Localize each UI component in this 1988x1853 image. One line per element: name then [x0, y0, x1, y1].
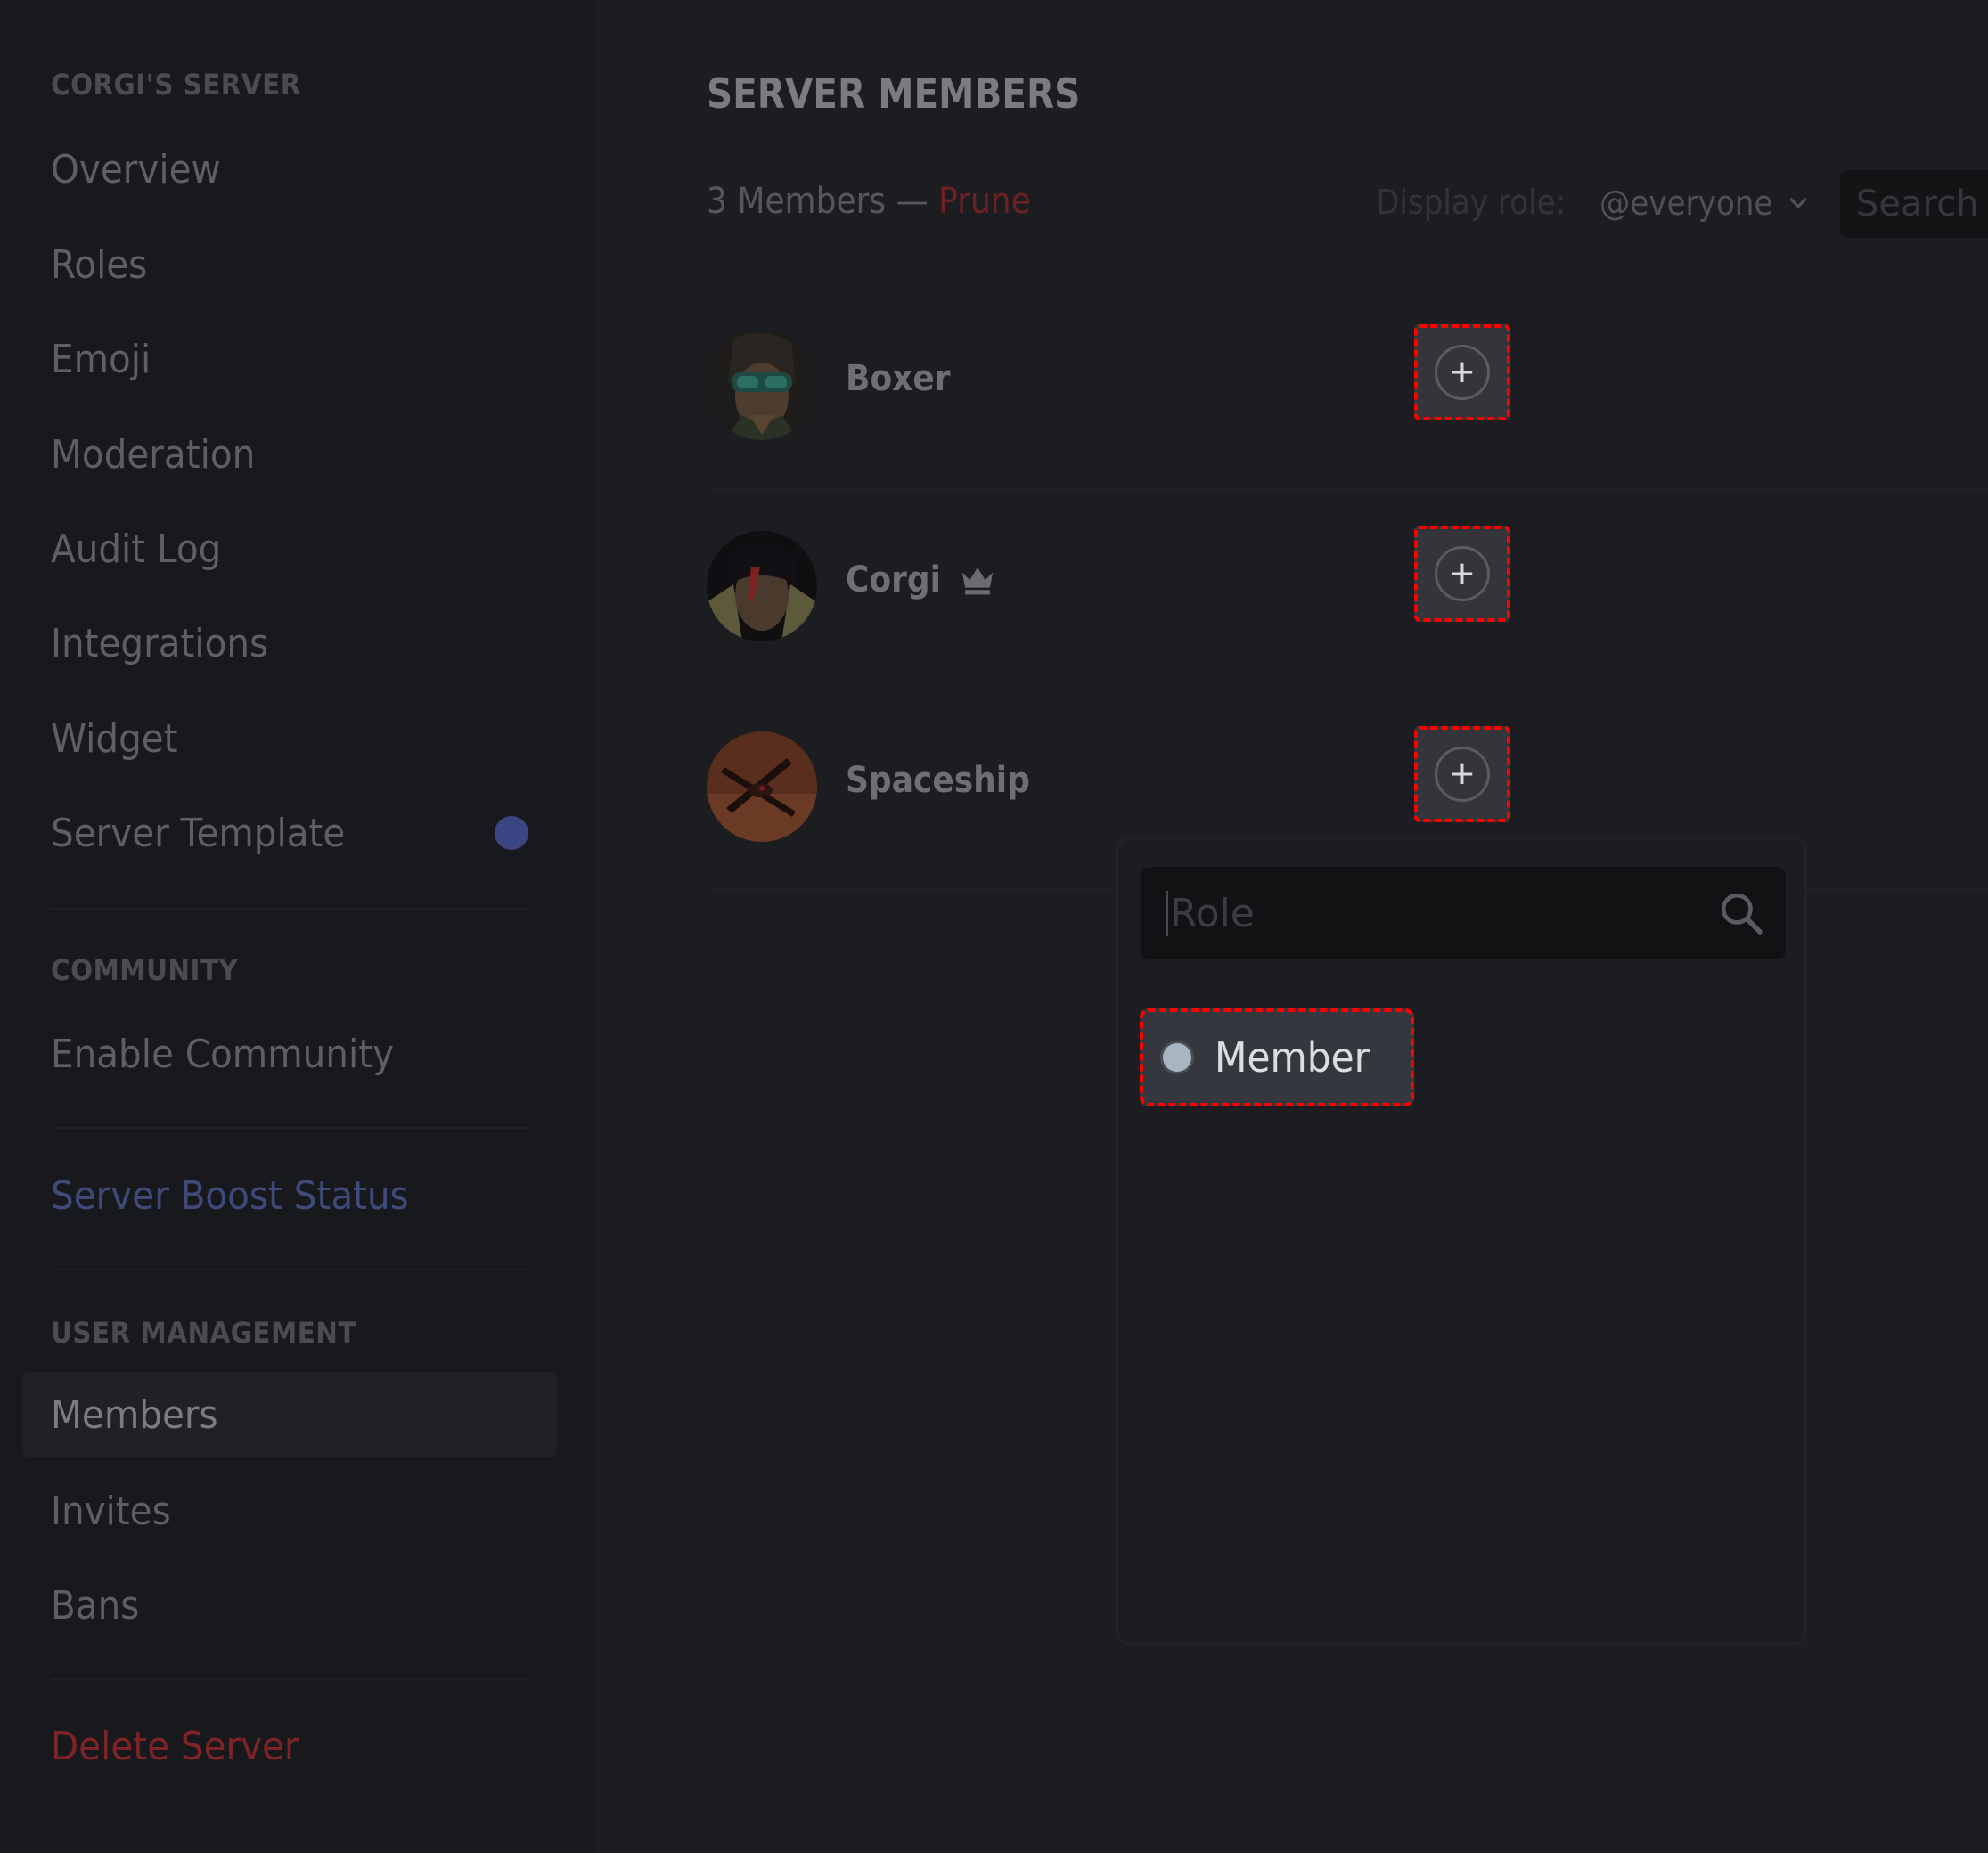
sidebar-item-invites[interactable]: Invites: [22, 1468, 557, 1554]
member-name: Corgi: [846, 559, 996, 600]
sidebar-divider: [51, 1127, 528, 1129]
member-search-input[interactable]: [1856, 184, 1988, 224]
sidebar-item-label: Members: [51, 1392, 218, 1438]
sidebar-divider: [51, 1678, 528, 1680]
member-name: Spaceship: [846, 760, 1030, 801]
plus-circle-icon: +: [1435, 747, 1490, 802]
sidebar-item-emoji[interactable]: Emoji: [22, 316, 557, 402]
row-divider: [707, 689, 1988, 690]
sidebar-divider: [51, 1269, 528, 1270]
sidebar-item-label: Server Boost Status: [51, 1172, 409, 1219]
chevron-down-icon: [1789, 197, 1807, 209]
sidebar-divider: [51, 908, 528, 910]
sidebar-item-label: Emoji: [51, 336, 151, 382]
sidebar-item-label: Overview: [51, 146, 221, 192]
avatar-image: [707, 731, 817, 842]
add-role-button[interactable]: +: [1414, 324, 1510, 420]
plus-circle-icon: +: [1435, 546, 1490, 601]
sidebar-item-integrations[interactable]: Integrations: [22, 600, 557, 686]
sidebar-item-server-boost-status[interactable]: Server Boost Status: [22, 1153, 557, 1238]
separator: —: [886, 181, 939, 222]
sidebar-item-label: Moderation: [51, 431, 256, 478]
plus-circle-icon: +: [1435, 345, 1490, 400]
sidebar-item-label: Roles: [51, 241, 148, 288]
member-count-row: 3 Members — Prune: [707, 181, 1031, 222]
role-color-dot-icon: [1163, 1043, 1191, 1072]
sidebar-item-label: Bans: [51, 1582, 140, 1629]
avatar-image: [707, 330, 817, 440]
member-row: Corgi +: [707, 506, 1988, 666]
search-icon: [1721, 893, 1763, 935]
sidebar-item-label: Integrations: [51, 620, 269, 666]
sidebar-item-label: Server Template: [51, 810, 346, 856]
sidebar-item-label: Delete Server: [51, 1723, 299, 1769]
row-divider: [707, 488, 1988, 490]
sidebar-item-enable-community[interactable]: Enable Community: [22, 1011, 557, 1097]
sidebar-item-server-template[interactable]: Server Template: [22, 790, 557, 876]
header-divider: [707, 287, 1988, 289]
role-search-box[interactable]: [1141, 867, 1786, 959]
sidebar-item-moderation[interactable]: Moderation: [22, 412, 557, 497]
sidebar-item-overview[interactable]: Overview: [22, 127, 557, 212]
sidebar-item-roles[interactable]: Roles: [22, 222, 557, 307]
corgi-avatar[interactable]: [707, 531, 817, 641]
sidebar-item-audit-log[interactable]: Audit Log: [22, 506, 557, 592]
member-name: Boxer: [846, 358, 951, 399]
user-management-heading: USER MANAGEMENT: [51, 1316, 356, 1350]
add-role-button[interactable]: +: [1414, 726, 1510, 822]
display-role-dropdown[interactable]: @everyone: [1599, 181, 1812, 225]
sidebar-item-delete-server[interactable]: Delete Server: [22, 1703, 557, 1789]
role-search-input[interactable]: [1166, 890, 1716, 936]
role-option-label: Member: [1215, 1033, 1370, 1082]
server-name-heading: CORGI'S SERVER: [51, 68, 301, 102]
community-heading: COMMUNITY: [51, 953, 239, 987]
add-role-button[interactable]: +: [1414, 526, 1510, 622]
sidebar-item-widget[interactable]: Widget: [22, 696, 557, 781]
settings-sidebar: CORGI'S SERVER Overview Roles Emoji Mode…: [0, 0, 595, 1853]
boxer-avatar[interactable]: [707, 330, 817, 440]
member-row: Boxer +: [707, 305, 1988, 465]
add-role-popup: Member: [1116, 837, 1807, 1645]
sidebar-item-label: Audit Log: [51, 526, 222, 572]
sidebar-item-bans[interactable]: Bans: [22, 1563, 557, 1648]
display-role-value: @everyone: [1599, 184, 1773, 223]
spaceship-avatar[interactable]: [707, 731, 817, 842]
display-role-label: Display role:: [1376, 183, 1567, 222]
unread-dot-icon: [495, 816, 528, 850]
page-title: SERVER MEMBERS: [707, 69, 1081, 118]
sidebar-item-label: Widget: [51, 715, 178, 762]
sidebar-item-label: Enable Community: [51, 1031, 395, 1077]
avatar-image: [707, 531, 817, 641]
role-option-member[interactable]: Member: [1140, 1008, 1414, 1106]
sidebar-item-label: Invites: [51, 1488, 171, 1534]
crown-icon: [961, 567, 994, 595]
sidebar-item-members[interactable]: Members: [22, 1372, 557, 1457]
member-search-box[interactable]: [1840, 170, 1988, 238]
member-count: 3 Members: [707, 181, 887, 222]
prune-link[interactable]: Prune: [938, 181, 1031, 222]
